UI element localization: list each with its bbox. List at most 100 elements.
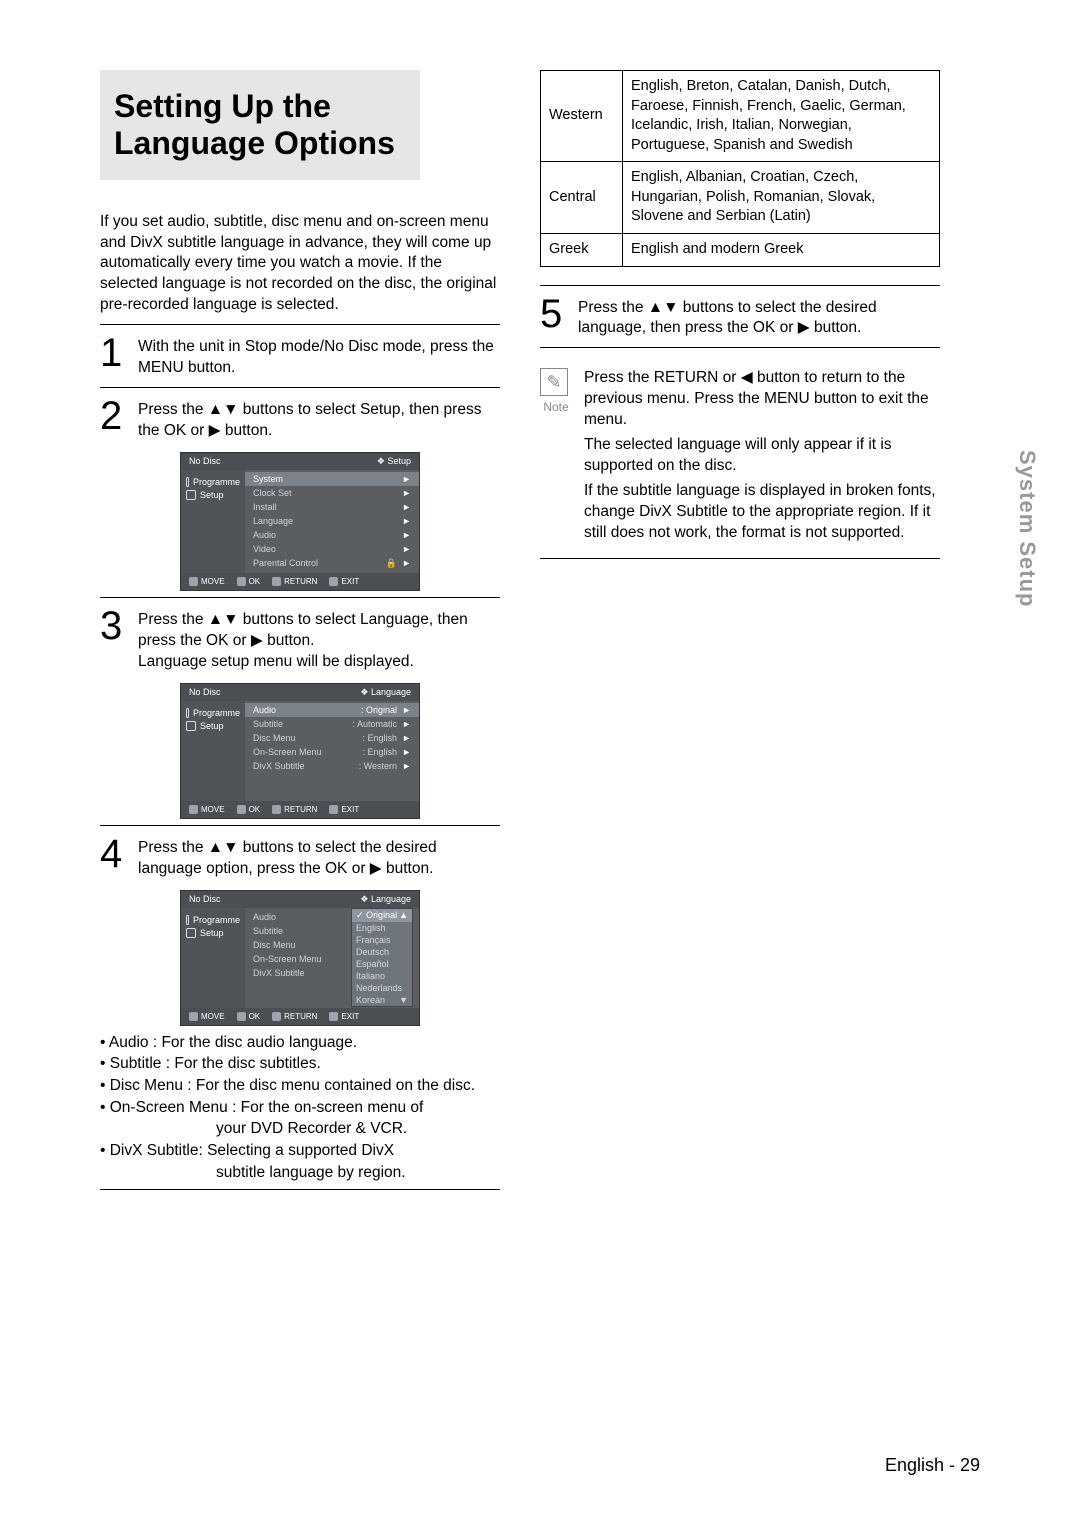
table-row: Greek English and modern Greek [541,233,940,266]
step-text: Press the ▲▼ buttons to select the desir… [578,296,940,340]
sidebar-item-programme[interactable]: Programme [186,708,240,718]
osd-status: No Disc [189,687,221,698]
region-cell: Central [541,162,623,234]
gear-icon [186,721,196,731]
note-icon: ✎ [540,368,568,396]
language-dropdown[interactable]: ✓ Original▲ English Français Deutsch Esp… [351,908,413,1007]
step-number: 5 [540,296,568,340]
page-title-box: Setting Up the Language Options [100,70,420,180]
bullet-subtitle: • Subtitle : For the disc subtitles. [100,1053,500,1075]
osd-language-dropdown: No Disc ❖ Language Programme Setup Audio… [180,890,420,1026]
table-row: Western English, Breton, Catalan, Danish… [541,71,940,162]
intro-paragraph: If you set audio, subtitle, disc menu an… [100,212,500,317]
bullet-disc-menu: • Disc Menu : For the disc menu containe… [100,1075,500,1097]
bullet-divx-subtitle: • DivX Subtitle: Selecting a supported D… [100,1140,500,1162]
menu-item-onscreen-menu[interactable]: On-Screen Menu: English ► [245,745,419,759]
divider [100,825,500,826]
divider [100,597,500,598]
menu-item-audio[interactable]: Audio: Original ► [245,703,419,717]
region-cell: Greek [541,233,623,266]
divider [100,1189,500,1190]
osd-status: No Disc [189,894,221,905]
divider [540,285,940,286]
region-language-table: Western English, Breton, Catalan, Danish… [540,70,940,267]
dropdown-option[interactable]: Deutsch [352,946,412,958]
menu-item-divx-subtitle[interactable]: DivX Subtitle: Western ► [245,759,419,773]
check-icon: ✓ [356,910,364,920]
option-descriptions: • Audio : For the disc audio language. •… [100,1032,500,1184]
gear-icon [186,490,196,500]
step-5: 5 Press the ▲▼ buttons to select the des… [540,296,940,340]
note-paragraph: Press the RETURN or ◀ button to return t… [584,368,940,431]
page-title: Setting Up the Language Options [114,88,406,162]
chevron-up-icon: ▲ [399,910,408,921]
dropdown-option[interactable]: Nederlands [352,982,412,994]
sidebar-item-programme[interactable]: Programme [186,915,240,925]
dropdown-option[interactable]: Français [352,934,412,946]
bullet-onscreen-menu-sub: your DVD Recorder & VCR. [100,1118,500,1140]
dropdown-option[interactable]: Italiano [352,970,412,982]
divider [540,347,940,348]
sidebar-item-setup[interactable]: Setup [186,721,240,731]
hint-exit: EXIT [329,805,359,814]
osd-setup-menu: No Disc ❖ Setup Programme Setup System► … [180,452,420,591]
hint-return: RETURN [272,1012,317,1021]
bullet-onscreen-menu: • On-Screen Menu : For the on-screen men… [100,1097,500,1119]
step-2: 2 Press the ▲▼ buttons to select Setup, … [100,398,500,442]
menu-item-system[interactable]: System► [245,472,419,486]
table-row: Central English, Albanian, Croatian, Cze… [541,162,940,234]
step-4: 4 Press the ▲▼ buttons to select the des… [100,836,500,880]
section-tab: System Setup [1014,450,1040,608]
sidebar-item-programme[interactable]: Programme [186,477,240,487]
divider [100,324,500,325]
hint-move: MOVE [189,1012,225,1021]
gear-icon [186,928,196,938]
hint-move: MOVE [189,805,225,814]
page-footer: English - 29 [885,1455,980,1476]
step-text: Press the ▲▼ buttons to select Language,… [138,611,468,649]
hint-return: RETURN [272,577,317,586]
osd-breadcrumb: ❖ Language [360,894,411,905]
languages-cell: English, Albanian, Croatian, Czech, Hung… [623,162,940,234]
menu-item-video[interactable]: Video► [245,542,419,556]
note-block: ✎ Note Press the RETURN or ◀ button to r… [540,368,940,547]
dropdown-option[interactable]: Korean▼ [352,994,412,1006]
hint-ok: OK [237,577,261,586]
menu-item-disc-menu[interactable]: Disc Menu: English ► [245,731,419,745]
menu-item-install[interactable]: Install► [245,500,419,514]
osd-status: No Disc [189,456,221,467]
menu-item-audio[interactable]: Audio► [245,528,419,542]
region-cell: Western [541,71,623,162]
hint-move: MOVE [189,577,225,586]
dropdown-option[interactable]: Español [352,958,412,970]
step-text: Press the ▲▼ buttons to select Setup, th… [138,398,500,442]
hint-return: RETURN [272,805,317,814]
divider [100,387,500,388]
dropdown-option[interactable]: ✓ Original▲ [352,909,412,922]
step-number: 1 [100,335,128,379]
sidebar-item-setup[interactable]: Setup [186,928,240,938]
tv-icon [186,708,189,718]
step-subtext: Language setup menu will be displayed. [138,653,414,670]
tv-icon [186,477,189,487]
step-number: 3 [100,608,128,673]
step-1: 1 With the unit in Stop mode/No Disc mod… [100,335,500,379]
menu-item-language[interactable]: Language► [245,514,419,528]
menu-item-clock-set[interactable]: Clock Set► [245,486,419,500]
menu-item-parental-control[interactable]: Parental Control🔒 ► [245,556,419,571]
hint-ok: OK [237,805,261,814]
languages-cell: English and modern Greek [623,233,940,266]
menu-item-subtitle[interactable]: Subtitle: Automatic ► [245,717,419,731]
step-text: Press the ▲▼ buttons to select the desir… [138,836,500,880]
divider [540,558,940,559]
step-3: 3 Press the ▲▼ buttons to select Languag… [100,608,500,673]
sidebar-item-setup[interactable]: Setup [186,490,240,500]
hint-ok: OK [237,1012,261,1021]
languages-cell: English, Breton, Catalan, Danish, Dutch,… [623,71,940,162]
dropdown-option[interactable]: English [352,922,412,934]
bullet-divx-subtitle-sub: subtitle language by region. [100,1162,500,1184]
note-paragraph: The selected language will only appear i… [584,435,940,477]
osd-breadcrumb: ❖ Language [360,687,411,698]
step-number: 2 [100,398,128,442]
note-label: Note [540,400,572,414]
